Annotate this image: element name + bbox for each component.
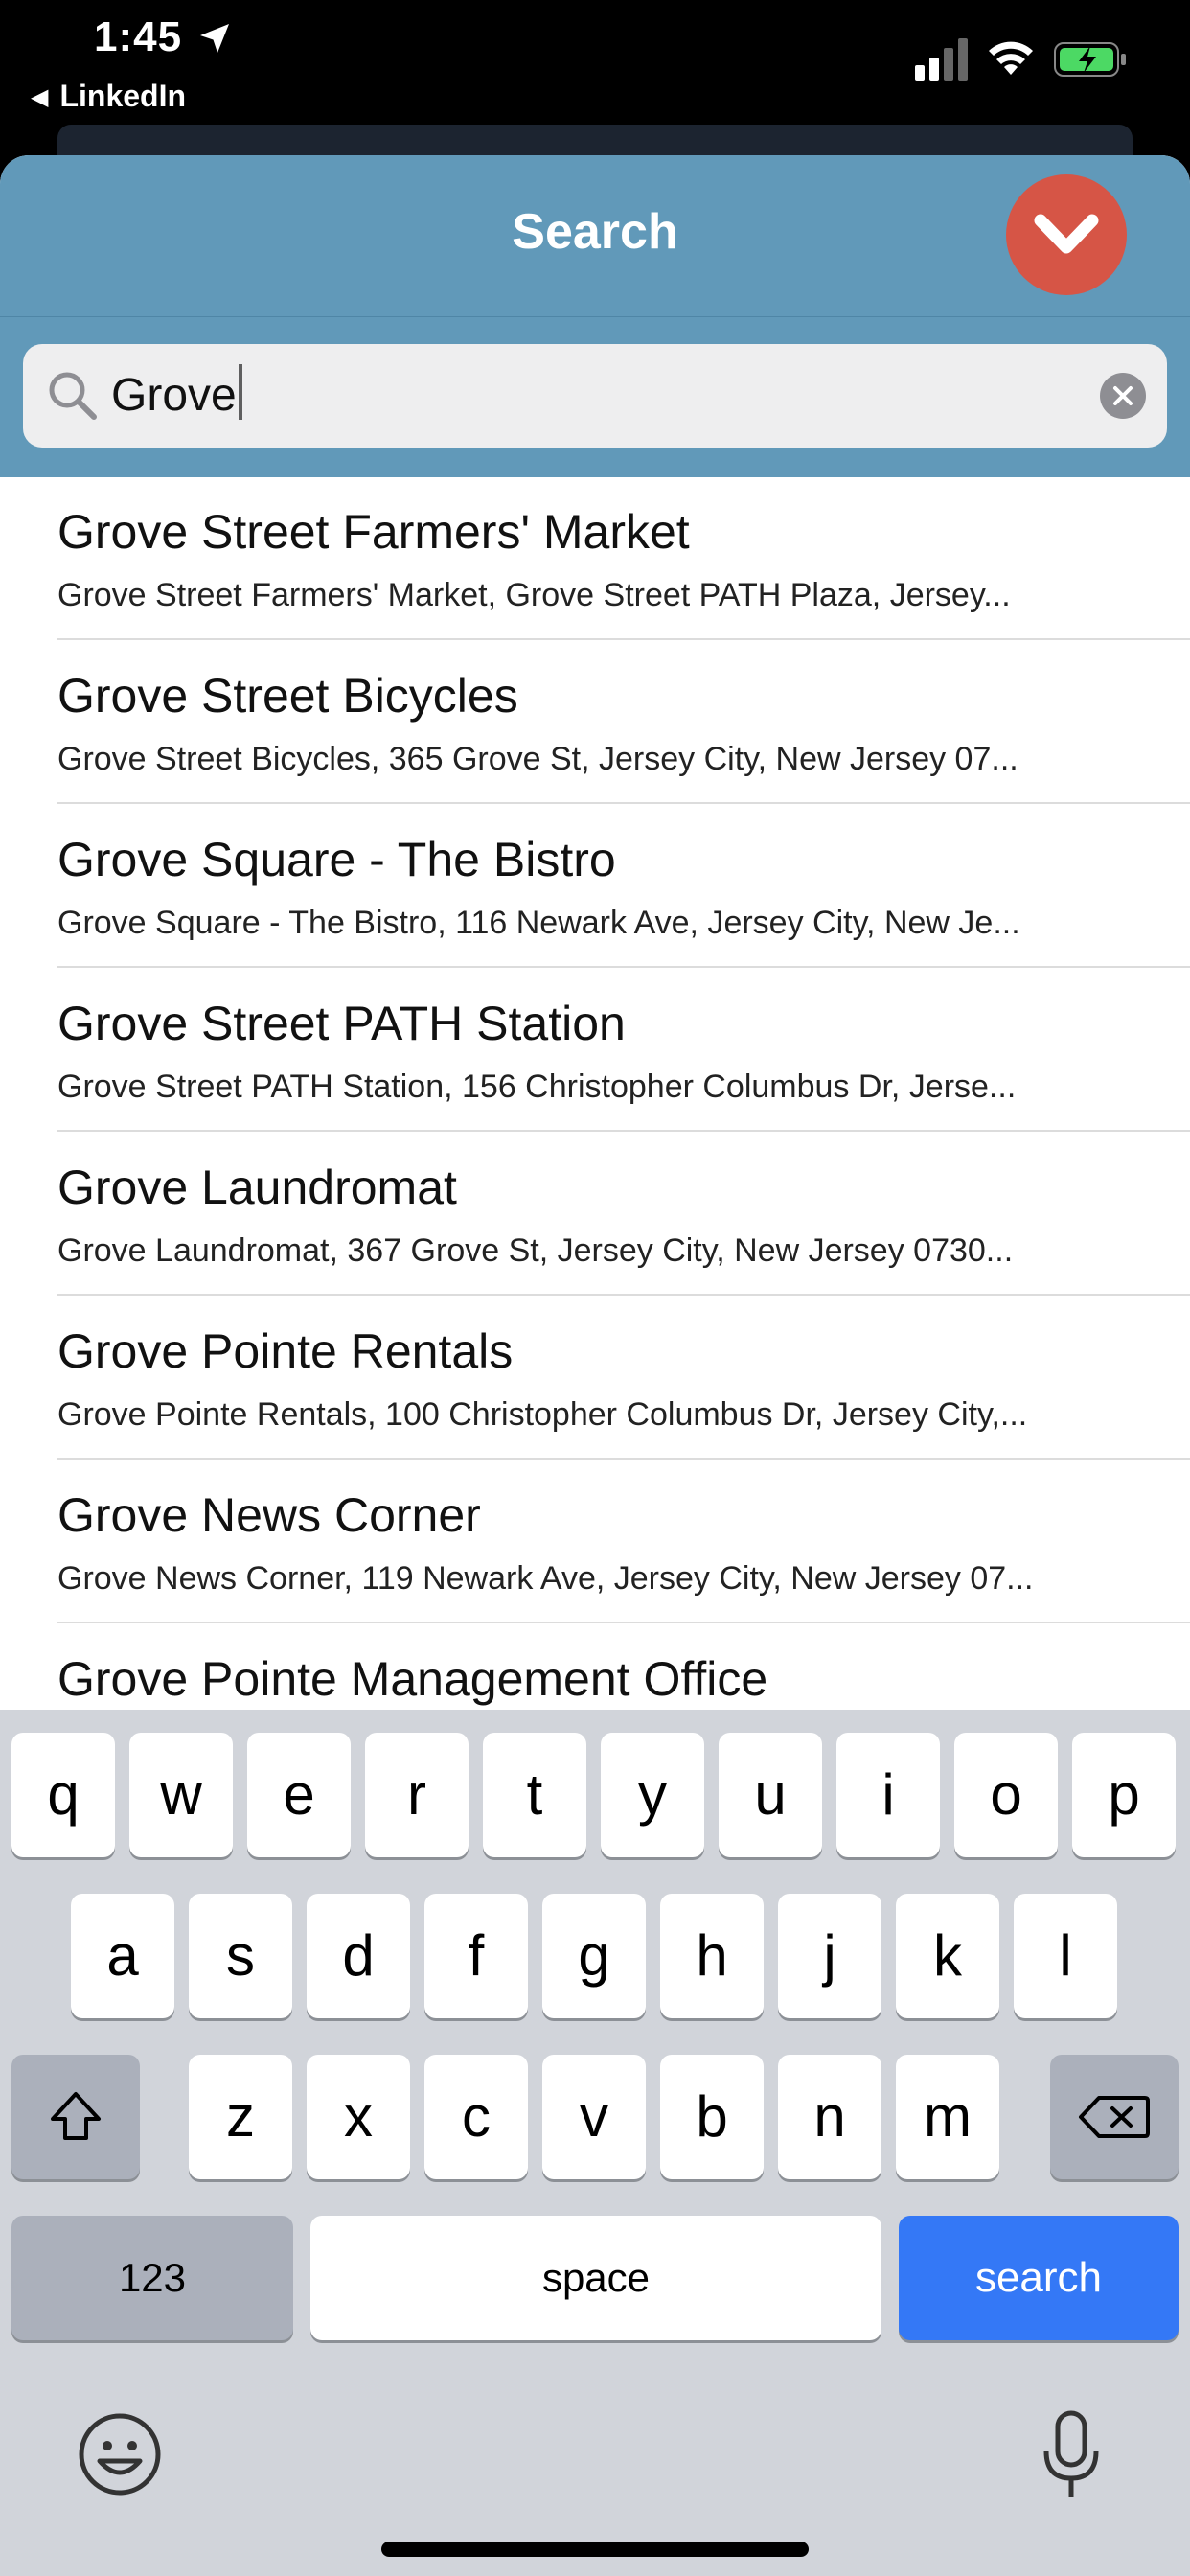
result-item[interactable]: Grove Laundromat Grove Laundromat, 367 G… — [0, 1133, 1190, 1296]
key-w[interactable]: w — [129, 1733, 233, 1857]
search-box[interactable]: Grove — [23, 344, 1167, 448]
search-input-value: Grove — [111, 370, 237, 421]
key-b[interactable]: b — [660, 2055, 764, 2179]
key-e[interactable]: e — [247, 1733, 351, 1857]
space-key[interactable]: space — [310, 2216, 881, 2340]
key-n[interactable]: n — [778, 2055, 881, 2179]
back-app-label: LinkedIn — [59, 79, 187, 113]
row-divider — [57, 966, 1190, 968]
row-divider — [57, 1294, 1190, 1296]
search-icon — [49, 372, 97, 420]
key-r[interactable]: r — [365, 1733, 469, 1857]
result-subtitle: Grove Street Farmers' Market, Grove Stre… — [57, 577, 1011, 613]
emoji-icon[interactable] — [77, 2411, 163, 2497]
result-item[interactable]: Grove Square - The Bistro Grove Square -… — [0, 805, 1190, 968]
status-bar: 1:45 ◀ LinkedIn — [0, 0, 1190, 182]
key-m[interactable]: m — [896, 2055, 999, 2179]
result-title: Grove Street Bicycles — [57, 669, 518, 723]
key-d[interactable]: d — [307, 1894, 410, 2018]
status-time: 1:45 — [94, 13, 183, 60]
result-title: Grove Street Farmers' Market — [57, 505, 690, 559]
row-divider — [57, 1622, 1190, 1623]
key-v[interactable]: v — [542, 2055, 646, 2179]
key-y[interactable]: y — [601, 1733, 704, 1857]
result-item[interactable]: Grove Street PATH Station Grove Street P… — [0, 969, 1190, 1132]
key-t[interactable]: t — [483, 1733, 586, 1857]
row-divider — [57, 1458, 1190, 1460]
key-j[interactable]: j — [778, 1894, 881, 2018]
key-q[interactable]: q — [11, 1733, 115, 1857]
key-i[interactable]: i — [836, 1733, 940, 1857]
key-s[interactable]: s — [189, 1894, 292, 2018]
back-triangle-icon: ◀ — [31, 84, 49, 110]
back-to-app-button[interactable]: ◀ LinkedIn — [31, 79, 186, 114]
result-title: Grove Pointe Management Office — [57, 1652, 768, 1706]
result-title: Grove Square - The Bistro — [57, 833, 616, 886]
result-title: Grove Laundromat — [57, 1161, 457, 1214]
result-subtitle: Grove News Corner, 119 Newark Ave, Jerse… — [57, 1560, 1034, 1597]
close-button[interactable] — [1006, 174, 1127, 295]
wifi-icon — [989, 41, 1033, 75]
clear-search-button[interactable] — [1100, 373, 1146, 419]
key-f[interactable]: f — [424, 1894, 528, 2018]
key-z[interactable]: z — [189, 2055, 292, 2179]
result-subtitle: Grove Laundromat, 367 Grove St, Jersey C… — [57, 1232, 1014, 1269]
clear-icon — [1113, 386, 1133, 405]
row-divider — [57, 1130, 1190, 1132]
result-subtitle: Grove Street PATH Station, 156 Christoph… — [57, 1069, 1017, 1105]
results-list: Grove Street Farmers' Market Grove Stree… — [0, 477, 1190, 1710]
chevron-down-icon — [1034, 214, 1099, 254]
result-item[interactable]: Grove Pointe Rentals Grove Pointe Rental… — [0, 1297, 1190, 1460]
row-divider — [57, 802, 1190, 804]
search-bar-container: Grove — [0, 316, 1190, 478]
location-arrow-icon — [200, 24, 229, 53]
shift-key[interactable] — [11, 2055, 140, 2179]
key-h[interactable]: h — [660, 1894, 764, 2018]
key-x[interactable]: x — [307, 2055, 410, 2179]
microphone-icon[interactable] — [1041, 2409, 1102, 2501]
result-item[interactable]: Grove Street Farmers' Market Grove Stree… — [0, 477, 1190, 640]
keyboard: q w e r t y u i o p a s d f g h j k l z … — [0, 1710, 1190, 2576]
result-title: Grove Pointe Rentals — [57, 1324, 514, 1378]
text-cursor — [238, 364, 242, 420]
result-title: Grove Street PATH Station — [57, 997, 626, 1050]
result-subtitle: Grove Pointe Rentals, 100 Christopher Co… — [57, 1396, 1028, 1433]
key-p[interactable]: p — [1072, 1733, 1176, 1857]
key-a[interactable]: a — [71, 1894, 174, 2018]
search-key[interactable]: search — [899, 2216, 1179, 2340]
key-o[interactable]: o — [954, 1733, 1058, 1857]
key-c[interactable]: c — [424, 2055, 528, 2179]
cellular-signal-icon — [915, 38, 968, 80]
result-subtitle: Grove Square - The Bistro, 116 Newark Av… — [57, 905, 1020, 941]
key-u[interactable]: u — [719, 1733, 822, 1857]
key-l[interactable]: l — [1014, 1894, 1117, 2018]
search-input[interactable]: Grove — [111, 363, 242, 428]
result-item[interactable]: Grove News Corner Grove News Corner, 119… — [0, 1460, 1190, 1623]
shift-icon — [51, 2092, 101, 2140]
result-item[interactable]: Grove Street Bicycles Grove Street Bicyc… — [0, 641, 1190, 804]
result-item[interactable]: Grove Pointe Management Office — [0, 1624, 1190, 1710]
home-indicator[interactable] — [381, 2542, 809, 2557]
result-title: Grove News Corner — [57, 1488, 481, 1542]
battery-charging-icon — [1054, 42, 1126, 77]
sheet-header: Search — [0, 155, 1190, 316]
key-k[interactable]: k — [896, 1894, 999, 2018]
key-g[interactable]: g — [542, 1894, 646, 2018]
numbers-key[interactable]: 123 — [11, 2216, 293, 2340]
row-divider — [57, 638, 1190, 640]
backspace-icon — [1079, 2096, 1150, 2138]
result-subtitle: Grove Street Bicycles, 365 Grove St, Jer… — [57, 741, 1018, 777]
backspace-key[interactable] — [1050, 2055, 1179, 2179]
